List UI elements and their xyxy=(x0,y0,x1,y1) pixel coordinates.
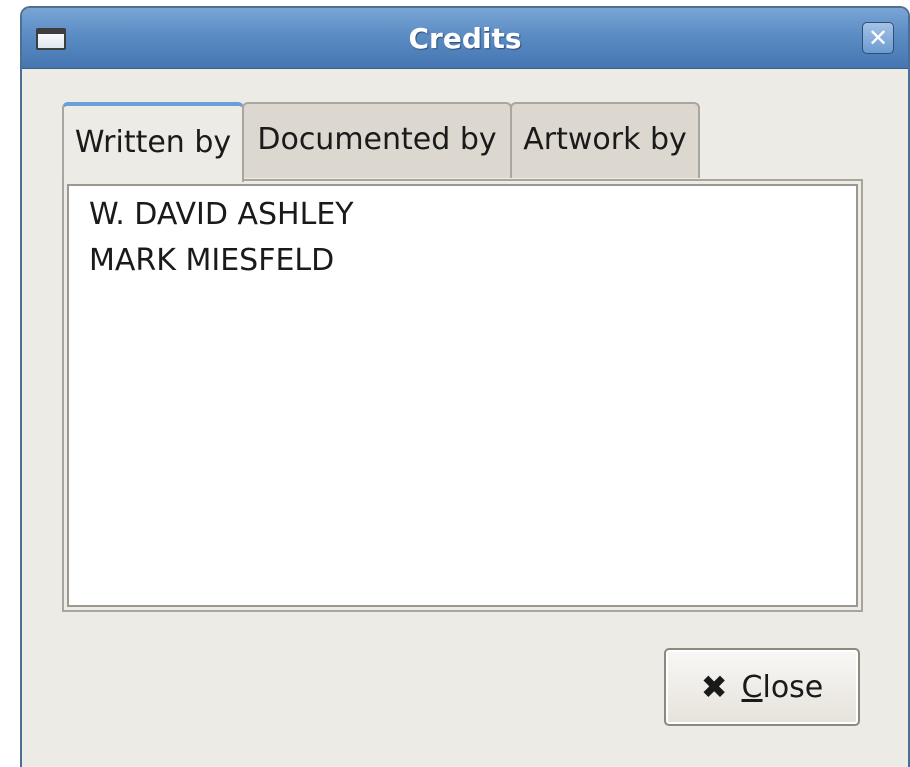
tab-artwork-by[interactable]: Artwork by xyxy=(510,102,700,178)
credits-list: W. DAVID ASHLEY MARK MIESFELD xyxy=(67,184,858,607)
close-icon: ✖ xyxy=(700,668,728,706)
tab-documented-by[interactable]: Documented by xyxy=(242,102,512,178)
window-close-icon[interactable]: ✕ xyxy=(862,22,894,54)
title-bar[interactable]: Credits ✕ xyxy=(22,8,908,69)
credit-entry: MARK MIESFELD xyxy=(89,243,335,278)
tab-written-by[interactable]: Written by xyxy=(62,102,244,182)
close-button[interactable]: ✖ Close xyxy=(664,648,860,726)
credits-dialog: Credits ✕ Written by Documented by Artwo… xyxy=(20,6,910,767)
window-title: Credits xyxy=(408,22,522,55)
close-button-label: Close xyxy=(741,669,824,705)
tab-panel: W. DAVID ASHLEY MARK MIESFELD xyxy=(62,179,863,612)
credit-entry: W. DAVID ASHLEY xyxy=(89,197,354,232)
